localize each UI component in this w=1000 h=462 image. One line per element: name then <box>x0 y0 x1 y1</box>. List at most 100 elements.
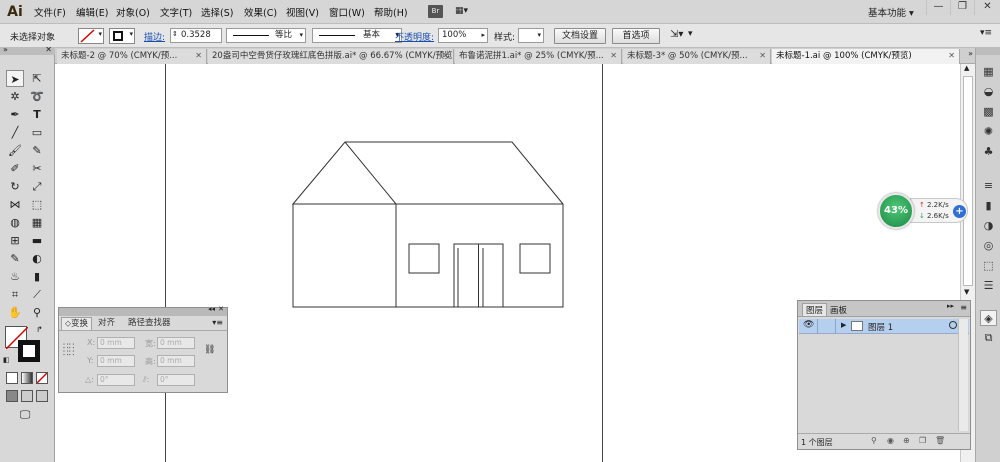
menu-file[interactable]: 文件(F) <box>34 5 66 19</box>
panel-menu-icon[interactable]: ▾≡ <box>212 318 223 327</box>
new-layer-icon[interactable]: ❐ <box>919 436 926 445</box>
gradient-tool-icon[interactable]: ▬ <box>28 232 46 249</box>
collapse-icon[interactable]: ▸▸ <box>947 302 954 310</box>
panel-menu-icon[interactable]: ≡ <box>960 303 967 312</box>
network-speed-widget[interactable]: ↑ 2.2K/s ↓ 2.6K/s + 43% <box>878 193 970 229</box>
variable-width-profile[interactable]: 等比 ▾ <box>226 28 306 43</box>
preferences-button[interactable]: 首选项 <box>612 28 660 44</box>
artboards-panel-icon[interactable]: ⧉ <box>980 330 997 346</box>
make-clipping-mask-icon[interactable]: ◉ <box>887 436 894 445</box>
appearance-panel-icon[interactable]: ◎ <box>980 238 997 254</box>
menu-view[interactable]: 视图(V) <box>286 5 319 19</box>
tab-transform[interactable]: ⬦变换 <box>61 317 92 330</box>
target-circle-icon[interactable] <box>949 321 957 329</box>
magic-wand-tool-icon[interactable]: ✲ <box>6 88 24 105</box>
brushes-panel-icon[interactable]: ✺ <box>980 124 997 140</box>
opacity-label[interactable]: 不透明度: <box>395 30 434 43</box>
accelerate-icon[interactable]: + <box>953 205 966 218</box>
direct-selection-tool-icon[interactable]: ⇱ <box>28 70 46 87</box>
memory-percent[interactable]: 43% <box>878 193 914 229</box>
transparency-panel-icon[interactable]: ◑ <box>980 218 997 234</box>
scissors-tool-icon[interactable]: ✂ <box>28 160 46 177</box>
panel-titlebar[interactable]: ◂◂ ✕ <box>59 305 227 316</box>
bridge-button[interactable]: Br <box>428 5 443 18</box>
menu-type[interactable]: 文字(T) <box>160 5 192 19</box>
layers-panel-icon[interactable]: ◈ <box>980 310 997 326</box>
blend-tool-icon[interactable]: ◐ <box>28 250 46 267</box>
gradient-mode-icon[interactable] <box>21 372 33 384</box>
shear-field[interactable]: 0° <box>157 374 195 386</box>
symbol-sprayer-tool-icon[interactable]: ♨ <box>6 268 24 285</box>
doc-tab[interactable]: 未标题-3* @ 50% (CMYK/预... ✕ <box>623 49 771 64</box>
menu-help[interactable]: 帮助(H) <box>374 5 408 19</box>
width-tool-icon[interactable]: ⋈ <box>6 196 24 213</box>
stroke-panel-icon[interactable]: ≡ <box>980 178 997 194</box>
swatches-panel-icon[interactable]: ▩ <box>980 104 997 120</box>
reference-point-icon[interactable]: ∷∷ ∷∷ <box>63 343 77 359</box>
hand-tool-icon[interactable]: ✋ <box>6 304 24 321</box>
x-field[interactable]: 0 mm <box>97 337 135 349</box>
expand-triangle-icon[interactable]: ▶ <box>841 321 846 329</box>
draw-behind-icon[interactable] <box>21 390 33 402</box>
menu-select[interactable]: 选择(S) <box>201 5 233 19</box>
layer-row[interactable]: 👁 ▶ 图层 1 <box>799 319 969 334</box>
fill-swatch[interactable]: ▾ <box>78 28 104 44</box>
draw-inside-icon[interactable] <box>36 390 48 402</box>
close-button[interactable]: ✕ <box>974 0 1000 15</box>
locate-object-icon[interactable]: ⚲ <box>871 436 877 445</box>
column-graph-tool-icon[interactable]: ▮ <box>28 268 46 285</box>
graphic-styles-panel-icon[interactable]: ⬚ <box>980 258 997 274</box>
menu-object[interactable]: 对象(O) <box>116 5 150 19</box>
create-sublayer-icon[interactable]: ⊕ <box>903 436 910 445</box>
workspace-switcher[interactable]: 基本功能 ▾ <box>868 5 914 19</box>
tab-align[interactable]: 对齐 <box>95 317 118 330</box>
menu-effect[interactable]: 效果(C) <box>244 5 277 19</box>
menu-edit[interactable]: 编辑(E) <box>76 5 108 19</box>
visibility-eye-icon[interactable]: 👁 <box>803 320 814 330</box>
blob-brush-tool-icon[interactable]: ✐ <box>6 160 24 177</box>
doc-tab-active[interactable]: 未标题-1.ai @ 100% (CMYK/预览) ✕ <box>772 49 960 64</box>
artboard-tool-icon[interactable]: ⌗ <box>6 286 24 303</box>
pen-tool-icon[interactable]: ✒ <box>6 106 24 123</box>
layers-dock-icon[interactable]: ☰ <box>980 278 997 294</box>
doc-tab[interactable]: 20盎司中空骨货仔玫瑰红底色拼版.ai* @ 66.67% (CMYK/预览) ✕ <box>208 49 454 64</box>
layer-name[interactable]: 图层 1 <box>868 321 893 333</box>
scroll-down-icon[interactable]: ▼ <box>964 288 969 296</box>
scroll-up-icon[interactable]: ▲ <box>964 64 969 72</box>
width-field[interactable]: 0 mm <box>157 337 195 349</box>
document-setup-button[interactable]: 文档设置 <box>554 28 606 44</box>
tab-layers[interactable]: 图层 <box>802 303 828 317</box>
color-mode-icon[interactable] <box>6 372 18 384</box>
close-icon[interactable]: ✕ <box>759 49 766 63</box>
default-colors-icon[interactable]: ◧ <box>3 356 10 364</box>
scroll-thumb[interactable] <box>963 76 973 286</box>
close-icon[interactable]: ✕ <box>442 49 449 63</box>
stroke-color-box[interactable] <box>18 340 40 362</box>
pencil-tool-icon[interactable]: ✎ <box>28 142 46 159</box>
gradient-panel-icon[interactable]: ▮ <box>980 198 997 214</box>
constrain-proportions-icon[interactable]: ⛓ <box>204 345 215 355</box>
shape-builder-tool-icon[interactable]: ◍ <box>6 214 24 231</box>
scale-tool-icon[interactable]: ⤢ <box>28 178 46 195</box>
close-icon[interactable]: ✕ <box>195 49 202 63</box>
stepper-icon[interactable]: ⇕ <box>172 28 178 41</box>
doc-tab[interactable]: 未标题-2 @ 70% (CMYK/预... ✕ <box>57 49 207 64</box>
tab-artboards[interactable]: 画板 <box>830 304 847 316</box>
brush-definition[interactable]: 基本 ▾ <box>312 28 402 43</box>
tab-pathfinder[interactable]: 路径查找器 <box>125 317 174 330</box>
paintbrush-tool-icon[interactable]: 🖌 <box>6 142 24 159</box>
eyedropper-tool-icon[interactable]: ✎ <box>6 250 24 267</box>
slice-tool-icon[interactable]: ⟋ <box>28 286 46 303</box>
none-mode-icon[interactable] <box>36 372 48 384</box>
panel-menu-icon[interactable]: ▾ <box>688 29 693 39</box>
selection-tool-icon[interactable]: ➤ <box>6 70 24 87</box>
close-icon[interactable]: ✕ <box>610 49 617 63</box>
layers-scrollbar[interactable] <box>958 319 968 431</box>
close-icon[interactable]: ✕ <box>218 305 224 313</box>
restore-button[interactable]: ❐ <box>950 0 974 15</box>
collapse-icon[interactable]: ◂◂ <box>208 305 215 313</box>
stroke-label[interactable]: 描边: <box>144 30 165 43</box>
doc-tab[interactable]: 布鲁诺泥拼1.ai* @ 25% (CMYK/预... ✕ <box>455 49 622 64</box>
line-tool-icon[interactable]: ╱ <box>6 124 24 141</box>
color-panel-icon[interactable]: ▦ <box>980 64 997 80</box>
